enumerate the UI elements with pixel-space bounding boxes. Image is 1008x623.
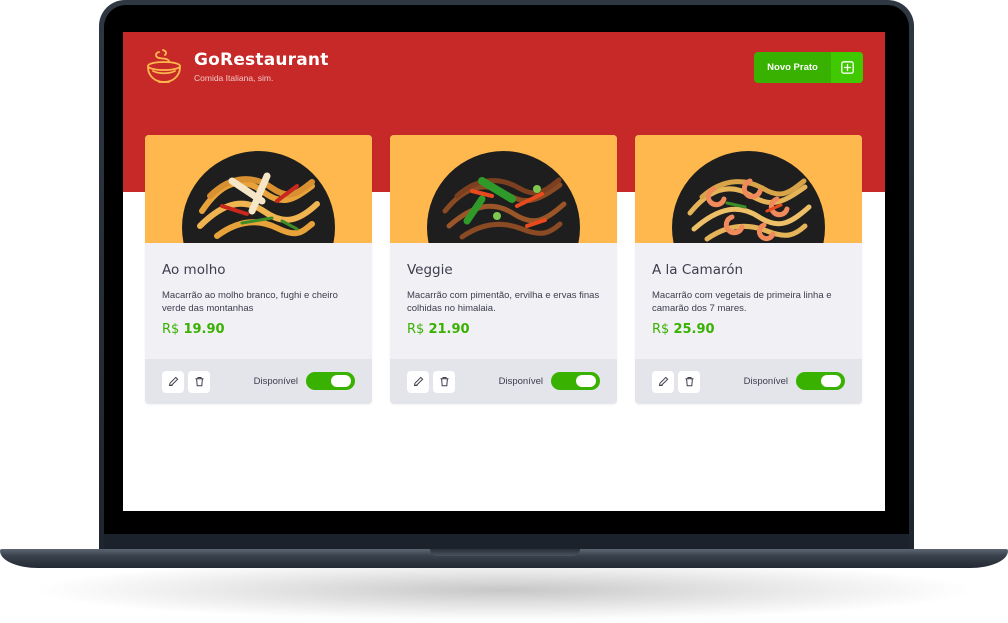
toggle-knob bbox=[576, 375, 596, 387]
dish-info: A la Camarón Macarrão com vegetais de pr… bbox=[635, 243, 862, 359]
delete-button[interactable] bbox=[188, 370, 210, 393]
availability: Disponível bbox=[744, 372, 845, 390]
app-screen: GoRestaurant Comida Italiana, sim. Novo … bbox=[123, 32, 885, 511]
trash-icon bbox=[195, 377, 203, 387]
edit-button[interactable] bbox=[407, 370, 429, 393]
dish-info: Ao molho Macarrão ao molho branco, fughi… bbox=[145, 243, 372, 359]
dish-card: A la Camarón Macarrão com vegetais de pr… bbox=[635, 135, 862, 404]
availability-label: Disponível bbox=[498, 375, 543, 387]
dish-actions: Disponível bbox=[145, 359, 372, 404]
noodles-picture bbox=[442, 177, 567, 240]
price-amount: 25.90 bbox=[673, 322, 715, 337]
dish-name: Veggie bbox=[407, 262, 453, 278]
price-currency: R$ bbox=[652, 322, 670, 337]
trash-icon bbox=[440, 377, 448, 387]
laptop-shadow bbox=[40, 560, 968, 620]
dish-price: R$ 25.90 bbox=[652, 322, 845, 337]
delete-button[interactable] bbox=[433, 370, 455, 393]
dish-price: R$ 19.90 bbox=[162, 322, 355, 337]
edit-button[interactable] bbox=[162, 370, 184, 393]
availability: Disponível bbox=[499, 372, 600, 390]
dish-actions: Disponível bbox=[635, 359, 862, 404]
toggle-knob bbox=[821, 375, 841, 387]
trash-icon bbox=[685, 377, 693, 387]
edit-button[interactable] bbox=[652, 370, 674, 393]
dish-description: Macarrão com pimentão, ervilha e ervas f… bbox=[407, 290, 600, 314]
toggle-knob bbox=[331, 375, 351, 387]
dish-image bbox=[635, 135, 862, 243]
dish-info: Veggie Macarrão com pimentão, ervilha e … bbox=[390, 243, 617, 359]
dish-image bbox=[145, 135, 372, 243]
noodle-bowl-icon bbox=[147, 49, 181, 83]
availability-toggle[interactable] bbox=[796, 372, 845, 390]
brand: GoRestaurant Comida Italiana, sim. bbox=[145, 49, 329, 85]
pencil-icon bbox=[413, 376, 423, 387]
availability-label: Disponível bbox=[743, 375, 788, 387]
availability-toggle[interactable] bbox=[306, 372, 355, 390]
price-amount: 19.90 bbox=[183, 322, 225, 337]
noodles-picture bbox=[197, 172, 320, 239]
new-dish-button[interactable]: Novo Prato bbox=[754, 52, 863, 83]
price-currency: R$ bbox=[407, 322, 425, 337]
pencil-icon bbox=[168, 376, 178, 387]
app-subtitle: Comida Italiana, sim. bbox=[194, 73, 274, 83]
pencil-icon bbox=[658, 376, 668, 387]
dish-description: Macarrão ao molho branco, fughi e cheiro… bbox=[162, 290, 338, 314]
dish-description: Macarrão com vegetais de primeira linha … bbox=[652, 290, 832, 314]
noodles-picture bbox=[687, 178, 812, 242]
price-currency: R$ bbox=[162, 322, 180, 337]
dish-actions: Disponível bbox=[390, 359, 617, 404]
dish-name: A la Camarón bbox=[652, 262, 744, 278]
availability-toggle[interactable] bbox=[551, 372, 600, 390]
dish-image bbox=[390, 135, 617, 243]
price-amount: 21.90 bbox=[428, 322, 470, 337]
availability: Disponível bbox=[254, 372, 355, 390]
laptop-notch bbox=[430, 549, 580, 556]
app-title: GoRestaurant bbox=[194, 50, 329, 70]
plus-square-icon bbox=[831, 52, 863, 83]
delete-button[interactable] bbox=[678, 370, 700, 393]
dish-price: R$ 21.90 bbox=[407, 322, 600, 337]
dish-name: Ao molho bbox=[162, 262, 226, 278]
dish-card: Ao molho Macarrão ao molho branco, fughi… bbox=[145, 135, 372, 404]
availability-label: Disponível bbox=[253, 375, 298, 387]
dish-card: Veggie Macarrão com pimentão, ervilha e … bbox=[390, 135, 617, 404]
laptop-chin bbox=[104, 534, 909, 550]
new-dish-label: Novo Prato bbox=[767, 62, 818, 73]
